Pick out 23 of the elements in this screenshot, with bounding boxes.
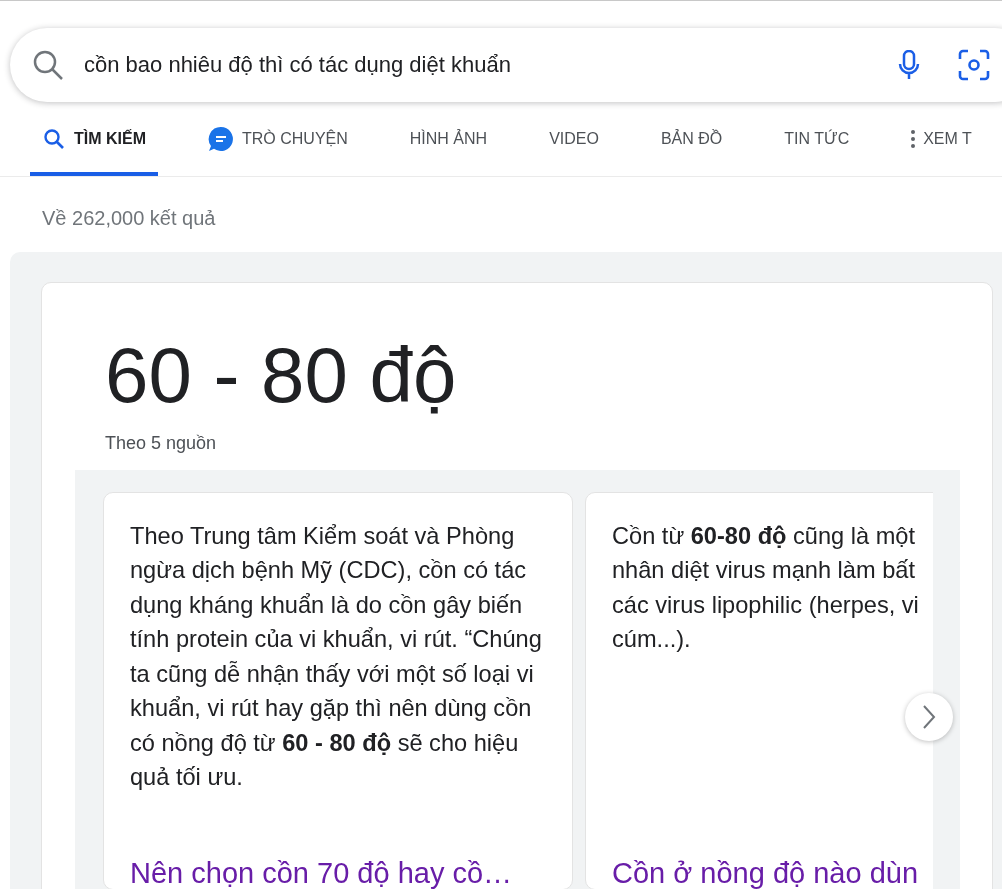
search-icon bbox=[42, 127, 66, 151]
answer-value: 60 - 80 độ bbox=[104, 333, 458, 419]
microphone-icon[interactable] bbox=[898, 50, 920, 80]
result-count: Về 262,000 kết quả bbox=[41, 206, 217, 231]
snippet-text: Cồn từ 60-80 độ cũng là một nhân diệt virus mạnh làm bất các virus lipophilic (herpes, vi cúm...). bbox=[612, 521, 919, 655]
search-icon bbox=[32, 49, 64, 81]
search-field[interactable]: cồn bao nhiêu độ thì có tác dụng diệt khuẩn bbox=[10, 28, 1002, 102]
tab[interactable]: TÌM KIẾM bbox=[30, 102, 158, 176]
chat-bubble-icon bbox=[208, 126, 234, 152]
more-dots-icon bbox=[911, 130, 916, 148]
chevron-right-icon bbox=[922, 703, 936, 730]
snippet-link[interactable]: Nên chọn cồn 70 độ hay cồ… bbox=[130, 856, 513, 889]
tab[interactable]: TRÒ CHUYỆN bbox=[196, 102, 360, 176]
tab[interactable]: XEM T bbox=[899, 102, 984, 176]
tab[interactable]: VIDEO bbox=[537, 102, 611, 176]
sources-note: Theo 5 nguồn bbox=[104, 431, 218, 454]
tab[interactable]: TIN TỨC bbox=[772, 102, 862, 176]
tab[interactable]: BẢN ĐỒ bbox=[648, 102, 735, 176]
camera-lens-icon[interactable] bbox=[958, 49, 990, 81]
tab[interactable]: HÌNH ẢNH bbox=[397, 102, 500, 176]
snippet-text: Theo Trung tâm Kiểm soát và Phòng ngừa dịch bệnh Mỹ (CDC), cồn có tác dụng kháng khuẩn là do cồn gây biến tính protein của vi khuẩn, vi rút. “Chúng ta cũng dễ nhận thấy với một số loại vi khuẩn, vi rút hay gặp thì nên dùng cồn có nồng độ từ 60 - 80 độ sẽ cho hiệu quả tối ưu. bbox=[130, 521, 543, 793]
snippet-link[interactable]: Cồn ở nồng độ nào dùn bbox=[612, 856, 919, 889]
search-query: cồn bao nhiêu độ thì có tác dụng diệt khuẩn bbox=[84, 52, 512, 78]
